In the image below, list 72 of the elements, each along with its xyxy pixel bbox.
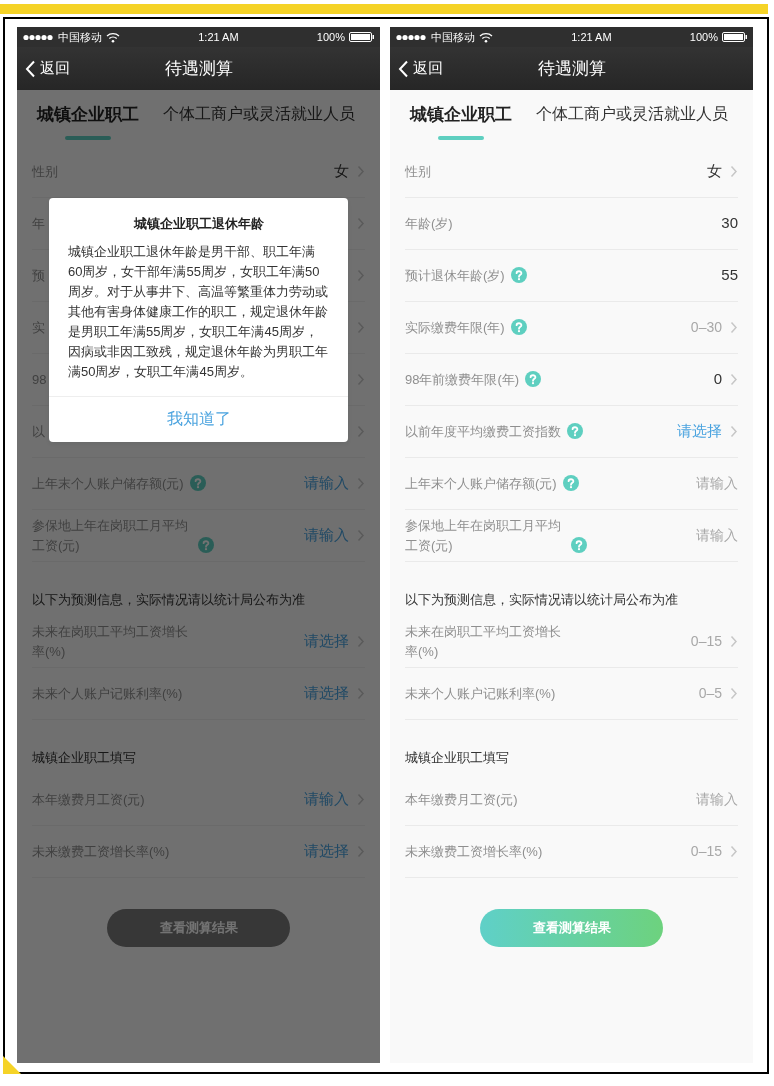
field-value: 女 bbox=[707, 161, 722, 182]
field-label: 性别 bbox=[405, 162, 431, 181]
battery-percent: 100% bbox=[316, 29, 345, 45]
field-placeholder: 0–5 bbox=[698, 684, 722, 703]
select-prompt[interactable]: 请选择 bbox=[304, 630, 349, 653]
field-label: 以前年度平均缴费工资指数 bbox=[405, 422, 561, 441]
battery-percent: 100% bbox=[689, 29, 718, 45]
select-prompt[interactable]: 请输入 bbox=[304, 472, 349, 495]
wifi-icon bbox=[479, 31, 493, 43]
field-placeholder: 0–15 bbox=[690, 842, 722, 861]
dialog-title: 城镇企业职工退休年龄 bbox=[132, 215, 265, 233]
field-label: 年龄(岁) bbox=[405, 214, 453, 233]
field-placeholder: 请输入 bbox=[696, 790, 738, 809]
form-row[interactable]: 本年缴费月工资(元) 请输入 bbox=[405, 774, 738, 826]
screen-title: 待遇测算 bbox=[537, 58, 606, 78]
select-prompt[interactable]: 请选择 bbox=[304, 682, 349, 705]
clock-time: 1:21 AM bbox=[571, 29, 612, 45]
field-value: 30 bbox=[721, 213, 738, 234]
clock-time: 1:21 AM bbox=[198, 29, 239, 45]
got-it-button[interactable]: 我知道了 bbox=[49, 395, 348, 442]
field-placeholder: 请输入 bbox=[696, 474, 738, 493]
field-value: 55 bbox=[721, 265, 738, 286]
carrier-name: 中国移动 bbox=[431, 29, 475, 45]
form-row[interactable]: 未来缴费工资增长率(%) 0–15 bbox=[405, 826, 738, 878]
form-row[interactable]: 未来在岗职工平均工资增长率(%) 0–15 bbox=[405, 616, 738, 668]
form-row[interactable]: 未来个人账户记账利率(%) 0–5 bbox=[405, 668, 738, 720]
field-placeholder: 0–30 bbox=[690, 318, 722, 337]
wifi-icon bbox=[106, 31, 120, 43]
select-prompt[interactable]: 请输入 bbox=[304, 524, 349, 547]
field-label: 预计退休年龄(岁) bbox=[405, 266, 505, 285]
back-chevron-icon bbox=[25, 59, 36, 78]
select-prompt[interactable]: 请输入 bbox=[304, 788, 349, 811]
battery-icon bbox=[722, 32, 747, 42]
select-prompt[interactable]: 请选择 bbox=[304, 840, 349, 863]
form-row[interactable]: 年龄(岁) 30 bbox=[405, 198, 738, 250]
field-placeholder: 0–15 bbox=[690, 632, 722, 651]
dialog-message: 城镇企业职工退休年龄是男干部、职工年满60周岁，女干部年满55周岁，女职工年满50周岁。对于从事井下、高温等繁重体力劳动或其他有害身体健康工作的职工，规定退休年龄是男职工年满55周岁，女职工年满45周岁，因病或非因工致残，规定退休年龄为男职工年满50周岁，女职工年满45周岁。 bbox=[67, 242, 329, 381]
corner-triangle-icon bbox=[3, 1056, 21, 1074]
field-label: 98年前缴费年限(年) bbox=[405, 370, 520, 389]
category-tab[interactable]: 个体工商户或灵活就业人员 bbox=[536, 90, 728, 136]
screen-title: 待遇测算 bbox=[164, 58, 233, 78]
section-heading: 以下为预测信息，实际情况请以统计局公布为准 bbox=[31, 591, 306, 609]
form-row[interactable]: 性别 女 bbox=[405, 146, 738, 198]
field-label: 未来缴费工资增长率(%) bbox=[405, 842, 543, 861]
back-chevron-icon bbox=[398, 59, 409, 78]
field-label: 实际缴费年限(年) bbox=[405, 318, 505, 337]
field-value: 女 bbox=[334, 161, 349, 182]
field-label: 未来在岗职工平均工资增长率(%) bbox=[405, 622, 562, 661]
form-row[interactable]: 实际缴费年限(年) 0–30 bbox=[405, 302, 738, 354]
battery-icon bbox=[349, 32, 374, 42]
signal-icon bbox=[396, 33, 427, 41]
field-value: 0 bbox=[713, 369, 722, 390]
form-row[interactable]: 参保地上年在岗职工月平均工资(元) 请输入 bbox=[405, 510, 738, 562]
select-prompt[interactable]: 请选择 bbox=[677, 420, 722, 443]
form-row[interactable]: 预计退休年龄(岁) 55 bbox=[405, 250, 738, 302]
section-heading: 城镇企业职工填写 bbox=[404, 749, 510, 767]
field-label: 本年缴费月工资(元) bbox=[405, 790, 518, 809]
field-label: 未来个人账户记账利率(%) bbox=[405, 684, 556, 703]
form-row[interactable]: 以前年度平均缴费工资指数 请选择 bbox=[405, 406, 738, 458]
view-results-button[interactable]: 查看测算结果 bbox=[480, 909, 663, 947]
form-row[interactable]: 上年末个人账户储存额(元) 请输入 bbox=[405, 458, 738, 510]
field-label: 参保地上年在岗职工月平均工资(元) bbox=[405, 516, 562, 555]
back-button[interactable]: 返回 bbox=[25, 57, 70, 80]
back-button[interactable]: 返回 bbox=[398, 57, 443, 80]
carrier-name: 中国移动 bbox=[58, 29, 102, 45]
section-heading: 以下为预测信息，实际情况请以统计局公布为准 bbox=[404, 591, 679, 609]
signal-icon bbox=[23, 33, 54, 41]
form-row[interactable]: 98年前缴费年限(年) 0 bbox=[405, 354, 738, 406]
field-label: 上年末个人账户储存额(元) bbox=[405, 474, 557, 493]
category-tab[interactable]: 个体工商户或灵活就业人员 bbox=[163, 90, 355, 136]
field-placeholder: 请输入 bbox=[696, 526, 738, 545]
section-heading: 城镇企业职工填写 bbox=[31, 749, 137, 767]
